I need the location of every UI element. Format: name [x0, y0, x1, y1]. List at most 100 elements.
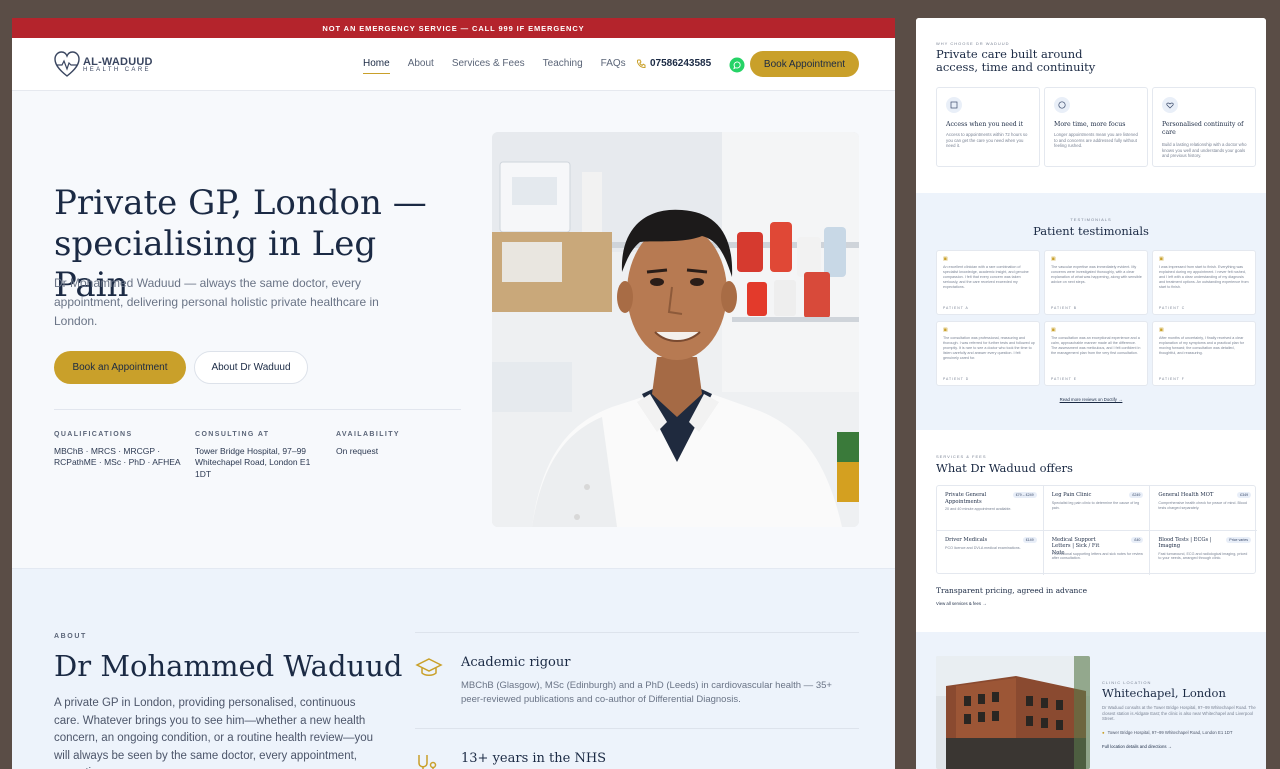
- book-appointment-button[interactable]: Book Appointment: [750, 51, 859, 77]
- offers-tag: SERVICES & FEES: [936, 454, 987, 459]
- graduation-cap-icon: [415, 657, 443, 682]
- testimonial-card: ▣ After months of uncertainty, I finally …: [1152, 321, 1256, 386]
- feature-title: 13+ years in the NHS: [461, 751, 607, 766]
- quote-icon: ▣: [1051, 327, 1056, 333]
- quote-icon: ▣: [1051, 256, 1056, 262]
- consulting-value: Tower Bridge Hospital, 97–99 Whitechapel…: [195, 445, 311, 479]
- pricing-note: Transparent pricing, agreed in advance: [936, 586, 1088, 595]
- testimonial-card: ▣ The consultation was professional, reas…: [936, 321, 1040, 386]
- emergency-banner: NOT AN EMERGENCY SERVICE — CALL 999 IF E…: [12, 18, 895, 38]
- clock-icon: [1054, 97, 1070, 113]
- why-section: WHY CHOOSE DR WADUUD Private care built …: [916, 18, 1266, 193]
- phone-link[interactable]: 07586243585: [636, 58, 711, 69]
- heart-pulse-icon: [54, 51, 80, 77]
- nav-about[interactable]: About: [408, 58, 434, 69]
- heart-icon: [1162, 97, 1178, 113]
- feature-description: MBChB (Glasgow), MSc (Edinburgh) and a P…: [461, 680, 832, 705]
- service-title: Blood Tests | ECGs | Imaging: [1158, 536, 1212, 550]
- service-card[interactable]: Private General Appointments £79 – £249 20…: [937, 486, 1044, 531]
- consulting-heading: CONSULTING AT: [195, 431, 270, 438]
- nav-home[interactable]: Home: [363, 58, 390, 74]
- qualifications-value: MBChB · MRCS · MRCGP · RCPathME · MSc · …: [54, 445, 181, 468]
- doctor-photo: [492, 132, 859, 527]
- service-title: Private General Appointments: [945, 492, 987, 505]
- testimonial-quote: The consultation was an exceptional expe…: [1051, 336, 1141, 355]
- testimonial-author: PATIENT C: [1159, 306, 1186, 310]
- whatsapp-icon[interactable]: [729, 57, 745, 78]
- preview-window: WHY CHOOSE DR WADUUD Private care built …: [916, 18, 1266, 769]
- service-card[interactable]: Blood Tests | ECGs | Imaging Price varies…: [1150, 531, 1257, 576]
- service-price: Price varies: [1226, 536, 1252, 543]
- feature-nhs: 13+ years in the NHS: [415, 728, 859, 769]
- consulting-block: CONSULTING AT Tower Bridge Hospital, 97–9…: [195, 429, 321, 480]
- more-reviews-link[interactable]: Read more reviews on Doctify →: [916, 397, 1266, 402]
- service-card[interactable]: Medical Support Letters | Sick / Fit Not…: [1044, 530, 1151, 575]
- testimonials-section: TESTIMONIALS Patient testimonials ▣ An ex…: [916, 193, 1266, 430]
- about-text: A private GP in London, providing person…: [54, 697, 374, 769]
- service-price: £149: [1022, 536, 1037, 543]
- service-price: £79 – £249: [1012, 492, 1037, 498]
- testimonial-card: ▣ I was impressed from start to finish. E…: [1152, 250, 1256, 315]
- about-doctor-button[interactable]: About Dr Waduud: [194, 351, 308, 384]
- feature-title: Academic rigour: [461, 655, 571, 670]
- quote-icon: ▣: [943, 256, 948, 262]
- testimonial-quote: After months of uncertainty, I finally r…: [1159, 336, 1245, 355]
- navbar: AL-WADUUD HEALTH CARE Home About Services…: [12, 38, 895, 91]
- calendar-icon: [946, 97, 962, 113]
- service-description: PCO licence and DVLA medical examination…: [945, 545, 1021, 550]
- all-services-link[interactable]: View all services & fees →: [936, 601, 987, 606]
- feature-academic: Academic rigour MBChB (Glasgow), MSc (Ed…: [415, 632, 859, 728]
- about-title: Dr Mohammed Waduud: [54, 649, 403, 683]
- clinic-title: Whitechapel, London: [1102, 686, 1226, 700]
- nav-links: Home About Services & Fees Teaching FAQs: [363, 58, 644, 74]
- service-card[interactable]: Leg Pain Clinic £249 Specialist leg pain c…: [1043, 486, 1151, 531]
- logo[interactable]: AL-WADUUD HEALTH CARE: [54, 50, 153, 78]
- why-card: Personalised continuity of care Build a …: [1152, 87, 1256, 167]
- nav-teaching[interactable]: Teaching: [543, 58, 583, 69]
- availability-value: On request: [336, 445, 379, 456]
- why-card-title: Access when you need it: [946, 121, 1024, 128]
- qualifications-heading: QUALIFICATIONS: [54, 431, 133, 438]
- divider: [54, 409, 461, 410]
- availability-heading: AVAILABILITY: [336, 431, 400, 438]
- quote-icon: ▣: [1159, 256, 1164, 262]
- logo-name: AL-WADUUD: [83, 55, 153, 68]
- clinic-address-text: Tower Bridge Hospital, 97–99 Whitechapel…: [1107, 730, 1233, 735]
- qualifications-block: QUALIFICATIONS MBChB · MRCS · MRCGP · RCP…: [54, 429, 184, 469]
- book-an-appointment-button[interactable]: Book an Appointment: [54, 351, 186, 384]
- why-title: Private care built around access, time a…: [936, 47, 1096, 74]
- service-card[interactable]: General Health MOT £349 Comprehensive heal…: [1150, 486, 1258, 531]
- clinic-directions-link[interactable]: Full location details and directions →: [1102, 744, 1172, 749]
- about-tag: ABOUT: [54, 633, 87, 640]
- service-price: £40: [1131, 536, 1144, 543]
- why-card: More time, more focus Longer appointment…: [1044, 87, 1148, 167]
- about-section: ABOUT Dr Mohammed Waduud A private GP in…: [12, 568, 895, 769]
- offers-title: What Dr Waduud offers: [936, 461, 1073, 475]
- why-card-title: More time, more focus: [1054, 121, 1126, 128]
- hero-subtitle: Dr Mohammed Waduud — always the same doc…: [54, 276, 379, 328]
- testimonial-quote: The consultation was professional, reass…: [943, 336, 1035, 360]
- testimonial-author: PATIENT E: [1051, 377, 1077, 381]
- testimonial-quote: The vascular expertise was immediately e…: [1051, 265, 1142, 284]
- service-price: £249: [1129, 492, 1144, 498]
- why-card-title: Personalised continuity of care: [1162, 121, 1244, 136]
- hero-section: Private GP, London — specialising in Leg…: [12, 91, 895, 568]
- main-window: NOT AN EMERGENCY SERVICE — CALL 999 IF E…: [12, 18, 895, 769]
- stethoscope-icon: [415, 753, 443, 769]
- service-title: Driver Medicals: [945, 536, 988, 543]
- nav-services[interactable]: Services & Fees: [452, 58, 525, 69]
- service-description: Specialist leg pain clinic to determine …: [1051, 501, 1140, 510]
- service-title: Leg Pain Clinic: [1051, 492, 1092, 498]
- testimonial-card: ▣ The consultation was an exceptional exp…: [1044, 321, 1148, 386]
- why-card-text: Longer appointments mean you are listene…: [1054, 132, 1138, 149]
- service-card[interactable]: Driver Medicals £149 PCO licence and DVLA …: [937, 530, 1044, 575]
- testimonial-card: ▣ The vascular expertise was immediately …: [1044, 250, 1148, 315]
- service-description: 20 and 40 minute appointment available.: [945, 507, 1012, 511]
- nav-faqs[interactable]: FAQs: [601, 58, 626, 69]
- why-card-text: Build a lasting relationship with a doct…: [1162, 142, 1247, 159]
- testimonial-card: ▣ An excellent clinician with a rare comb…: [936, 250, 1040, 315]
- testimonial-author: PATIENT F: [1159, 377, 1185, 381]
- availability-block: AVAILABILITY On request: [336, 429, 436, 457]
- why-card-text: Access to appointments within 72 hours s…: [946, 132, 1028, 149]
- clinic-section: CLINIC LOCATION Whitechapel, London Dr W…: [916, 632, 1266, 769]
